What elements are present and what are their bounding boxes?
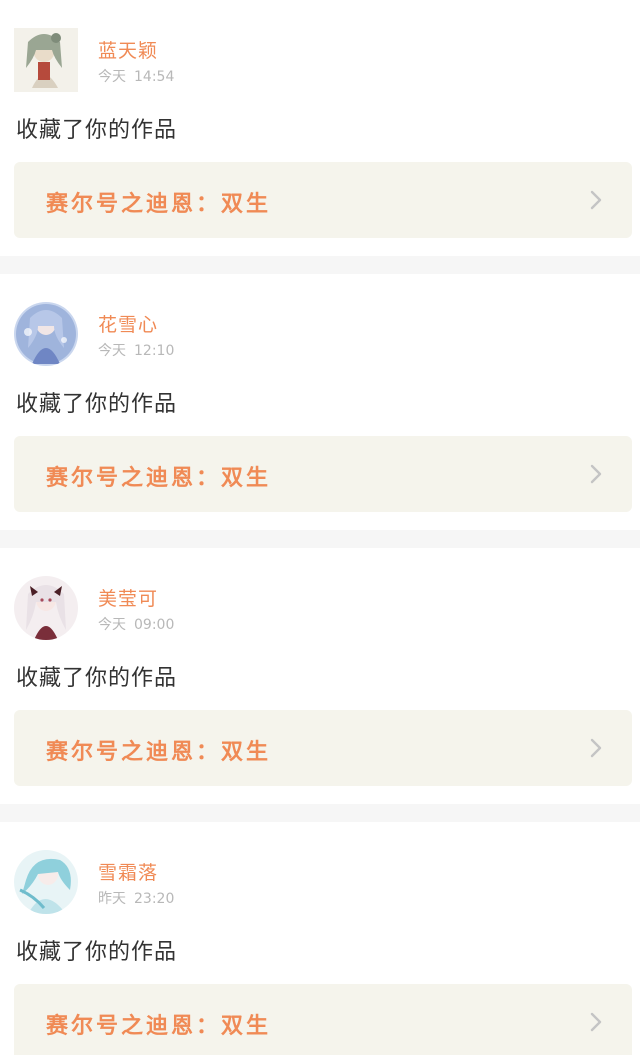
work-link[interactable]: 赛尔号之迪恩：双生	[14, 162, 632, 238]
timestamp-day: 今天	[98, 343, 126, 359]
notification-feed: 蓝天颖 今天 14:54 收藏了你的作品 赛尔号之迪恩：双生 花雪心 今天 12…	[0, 0, 640, 1055]
timestamp: 今天 14:54	[98, 66, 174, 86]
action-text: 收藏了你的作品	[16, 118, 178, 143]
username[interactable]: 雪霜落	[98, 858, 158, 885]
anime-avatar-icon	[14, 576, 78, 640]
work-title: 赛尔号之迪恩：双生	[46, 191, 272, 217]
work-title: 赛尔号之迪恩：双生	[46, 465, 272, 491]
timestamp-day: 今天	[98, 69, 126, 85]
chevron-right-icon	[590, 738, 602, 758]
chevron-right-icon	[590, 464, 602, 484]
timestamp-time: 09:00	[134, 617, 175, 633]
work-title: 赛尔号之迪恩：双生	[46, 739, 272, 765]
work-link[interactable]: 赛尔号之迪恩：双生	[14, 984, 632, 1055]
action-text: 收藏了你的作品	[16, 392, 178, 417]
action-text: 收藏了你的作品	[16, 940, 178, 965]
timestamp-time: 12:10	[134, 343, 175, 359]
username[interactable]: 蓝天颖	[98, 36, 158, 63]
notification-card: 蓝天颖 今天 14:54 收藏了你的作品 赛尔号之迪恩：双生	[0, 0, 640, 256]
chevron-right-icon	[590, 190, 602, 210]
anime-avatar-icon	[14, 850, 78, 914]
anime-avatar-icon	[14, 28, 78, 92]
timestamp-day: 今天	[98, 617, 126, 633]
timestamp: 昨天 23:20	[98, 888, 174, 908]
timestamp-time: 23:20	[134, 891, 175, 907]
notification-card: 美莹可 今天 09:00 收藏了你的作品 赛尔号之迪恩：双生	[0, 548, 640, 804]
timestamp-time: 14:54	[134, 69, 175, 85]
username[interactable]: 美莹可	[98, 584, 158, 611]
user-avatar[interactable]	[14, 576, 78, 640]
anime-avatar-icon	[14, 302, 78, 366]
action-text: 收藏了你的作品	[16, 666, 178, 691]
timestamp-day: 昨天	[98, 891, 126, 907]
notification-card: 雪霜落 昨天 23:20 收藏了你的作品 赛尔号之迪恩：双生	[0, 822, 640, 1055]
work-link[interactable]: 赛尔号之迪恩：双生	[14, 436, 632, 512]
chevron-right-icon	[590, 1012, 602, 1032]
timestamp: 今天 12:10	[98, 340, 174, 360]
user-avatar[interactable]	[14, 302, 78, 366]
timestamp: 今天 09:00	[98, 614, 174, 634]
work-title: 赛尔号之迪恩：双生	[46, 1013, 272, 1039]
user-avatar[interactable]	[14, 28, 78, 92]
username[interactable]: 花雪心	[98, 310, 158, 337]
notification-card: 花雪心 今天 12:10 收藏了你的作品 赛尔号之迪恩：双生	[0, 274, 640, 530]
user-avatar[interactable]	[14, 850, 78, 914]
work-link[interactable]: 赛尔号之迪恩：双生	[14, 710, 632, 786]
